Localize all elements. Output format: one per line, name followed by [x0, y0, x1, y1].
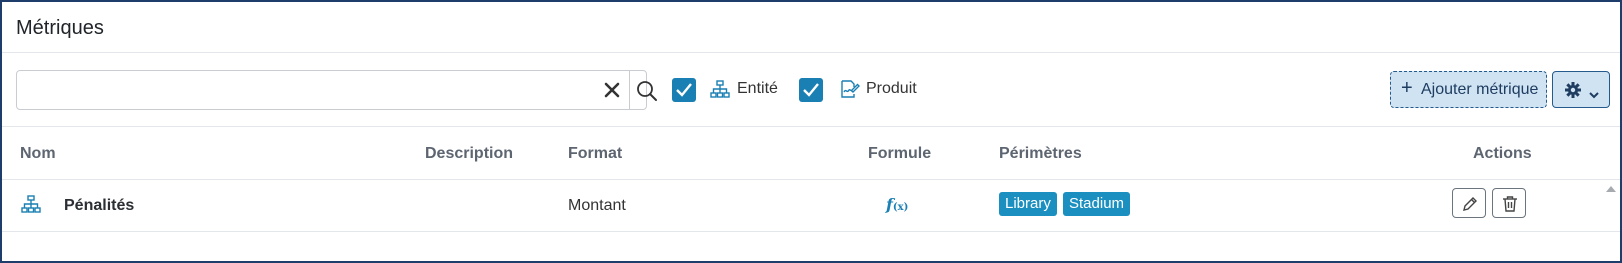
search-divider [629, 71, 630, 109]
scope-tag: Stadium [1063, 192, 1131, 216]
table-header-border [2, 179, 1620, 180]
chevron-down-icon [1589, 86, 1599, 104]
plus-icon: + [1401, 77, 1413, 99]
formula-sub: (x) [892, 202, 909, 213]
column-header-formule[interactable]: Formule [868, 145, 931, 163]
product-filter-label: Produit [866, 80, 917, 97]
search-icon[interactable] [636, 80, 658, 102]
function-icon[interactable]: f(x) [886, 195, 908, 214]
metric-name: Pénalités [64, 197, 135, 214]
metric-format: Montant [568, 197, 626, 214]
sitemap-icon [710, 80, 730, 103]
scope-tag: Library [999, 192, 1057, 216]
edit-button[interactable] [1452, 188, 1486, 218]
add-metric-button[interactable]: + Ajouter métrique [1390, 71, 1547, 108]
search-input[interactable] [23, 75, 587, 107]
table-row-border [2, 231, 1620, 232]
column-header-nom[interactable]: Nom [20, 145, 56, 163]
table-top-border [2, 126, 1620, 127]
clear-icon[interactable] [603, 81, 621, 99]
column-header-format[interactable]: Format [568, 145, 622, 163]
add-metric-label: Ajouter métrique [1421, 81, 1539, 98]
entity-checkbox[interactable] [672, 78, 696, 102]
column-header-actions: Actions [1473, 145, 1532, 162]
gear-icon [1565, 82, 1581, 103]
scroll-up-arrow-icon[interactable] [1606, 186, 1616, 192]
column-header-perimetres[interactable]: Périmètres [999, 145, 1082, 163]
entity-filter-label: Entité [737, 80, 778, 97]
settings-dropdown-button[interactable] [1552, 71, 1610, 108]
panel-header: Métriques [2, 2, 1620, 53]
column-header-description[interactable]: Description [425, 145, 513, 163]
sitemap-icon [21, 195, 41, 218]
signature-icon [840, 80, 860, 103]
page-title: Métriques [16, 17, 104, 39]
formula-glyph: f [886, 195, 893, 214]
product-checkbox[interactable] [799, 78, 823, 102]
delete-button[interactable] [1492, 188, 1526, 218]
search-box [16, 70, 657, 110]
metrics-panel: Métriques Entité Produit + Ajouter métri… [0, 0, 1622, 263]
